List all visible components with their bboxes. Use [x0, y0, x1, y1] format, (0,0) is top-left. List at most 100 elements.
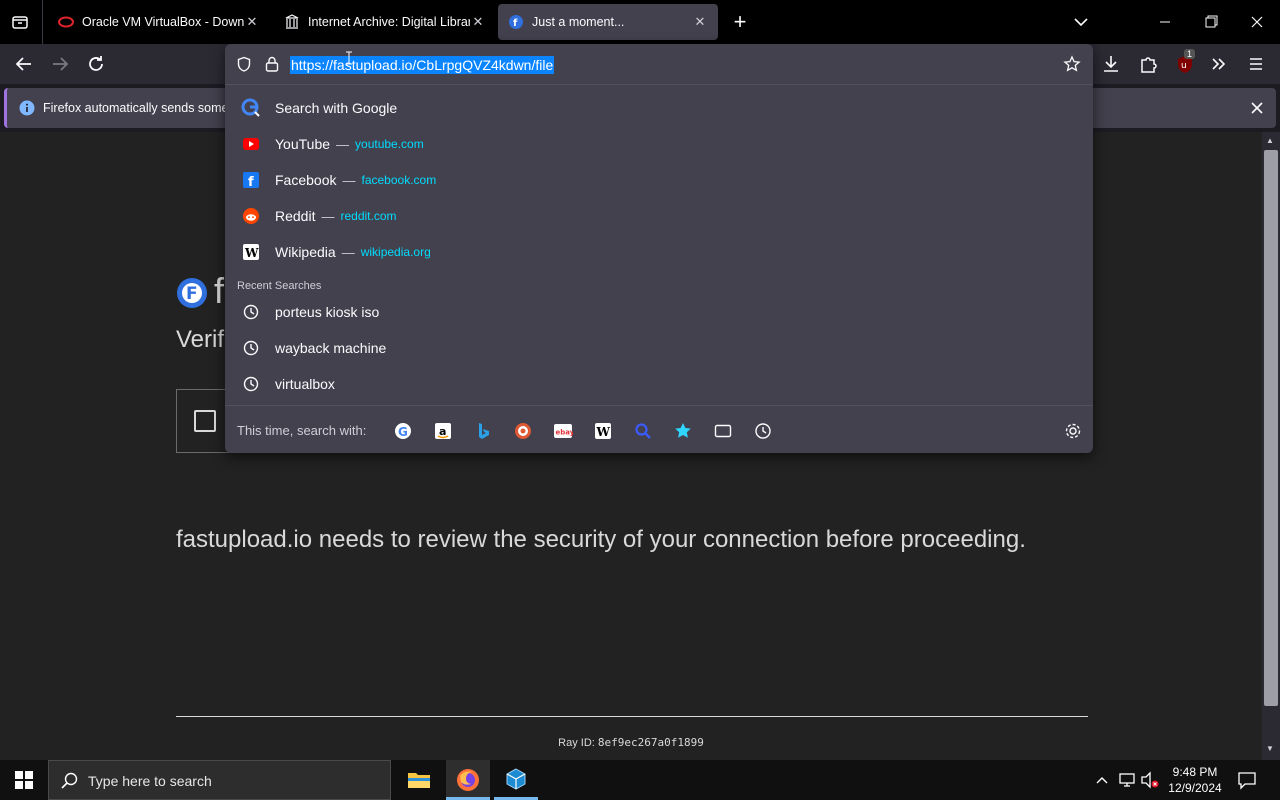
file-explorer-button[interactable] [400, 760, 438, 800]
virtualbox-taskbar-button[interactable] [494, 760, 538, 800]
archive-icon [285, 14, 299, 29]
wikipedia-engine-button[interactable]: W [593, 421, 613, 441]
tab-just-a-moment[interactable]: f Just a moment... ✕ [498, 4, 718, 40]
duckduckgo-engine-button[interactable] [513, 421, 533, 441]
svg-text:a: a [439, 425, 446, 438]
notifications-button[interactable] [1236, 770, 1258, 790]
scroll-up-icon[interactable]: ▲ [1266, 136, 1274, 145]
scroll-down-icon[interactable]: ▼ [1266, 744, 1274, 753]
suggestion-url: facebook.com [361, 173, 437, 187]
network-tray-button[interactable] [1117, 771, 1137, 789]
network-icon [1119, 773, 1135, 787]
list-all-tabs-button[interactable] [1070, 12, 1092, 32]
clock-button[interactable]: 9:48 PM 12/9/2024 [1164, 764, 1226, 796]
gear-icon [1065, 423, 1081, 439]
search-with-label: This time, search with: [237, 423, 367, 438]
close-tab-icon[interactable]: ✕ [244, 14, 260, 30]
reddit-icon [241, 206, 261, 226]
tabs-search-button[interactable] [713, 421, 733, 441]
verify-heading-partial: Verif [176, 326, 225, 353]
verify-checkbox[interactable] [194, 410, 216, 432]
svg-text:f: f [248, 175, 254, 188]
plus-icon: + [733, 9, 747, 34]
close-notification-button[interactable] [1247, 98, 1267, 118]
tab-overview-button[interactable] [8, 10, 32, 34]
tab-virtualbox[interactable]: Oracle VM VirtualBox - Downlo ✕ [48, 4, 270, 40]
svg-text:f: f [513, 18, 518, 29]
google-engine-button[interactable]: G [393, 421, 413, 441]
wikipedia-icon: W [241, 242, 261, 262]
app-menu-button[interactable] [1245, 53, 1267, 75]
arrow-left-icon [15, 57, 31, 71]
chevron-up-icon [1096, 777, 1108, 784]
suggestion-url: youtube.com [355, 137, 424, 151]
close-tab-icon[interactable]: ✕ [692, 14, 708, 30]
volume-muted-icon [1141, 771, 1159, 789]
amazon-engine-button[interactable]: a [433, 421, 453, 441]
bookmarks-search-button[interactable] [673, 421, 693, 441]
reload-icon [89, 56, 103, 71]
downloads-button[interactable] [1100, 53, 1122, 75]
volume-tray-button[interactable] [1140, 771, 1160, 789]
youtube-icon [241, 134, 261, 154]
svg-text:u: u [1181, 61, 1187, 71]
wikipedia-icon: W [595, 423, 611, 439]
close-tab-icon[interactable]: ✕ [470, 14, 486, 30]
history-search-button[interactable] [753, 421, 773, 441]
recent-search-item[interactable]: virtualbox [233, 366, 1085, 402]
recent-search-item[interactable]: porteus kiosk iso [233, 294, 1085, 330]
ublock-origin-button[interactable]: u 1 [1174, 49, 1196, 75]
firefox-taskbar-button[interactable] [446, 760, 490, 800]
more-tools-button[interactable] [1208, 53, 1230, 75]
suggestion-reddit[interactable]: Reddit — reddit.com [233, 198, 1085, 234]
tab-internet-archive[interactable]: Internet Archive: Digital Library ✕ [274, 4, 496, 40]
recent-search-item[interactable]: wayback machine [233, 330, 1085, 366]
page-scrollbar[interactable]: ▲ ▼ [1262, 132, 1280, 760]
urlbar[interactable]: https://fastupload.io/CbLrpgQVZ4kdwn/fil… [225, 44, 1093, 84]
google-search-icon [241, 98, 261, 118]
ebay-engine-button[interactable]: ebay [553, 421, 573, 441]
new-tab-button[interactable]: + [728, 9, 752, 34]
search-with-google-row[interactable]: Search with Google [233, 90, 1085, 126]
info-icon [19, 100, 35, 116]
back-button[interactable] [12, 52, 36, 76]
suggestion-facebook[interactable]: f Facebook — facebook.com [233, 162, 1085, 198]
suggestion-title: Reddit [275, 208, 316, 224]
tab-strip: Oracle VM VirtualBox - Downlo ✕ Internet… [0, 0, 1280, 44]
svg-text:W: W [596, 425, 611, 439]
svg-text:ebay: ebay [556, 429, 574, 437]
separator-dash: — [336, 136, 350, 152]
oracle-icon [58, 16, 74, 28]
separator-dash: — [321, 208, 335, 224]
google-icon: G [395, 423, 411, 439]
forward-button[interactable] [48, 52, 72, 76]
bookmark-star-icon[interactable] [1063, 55, 1081, 73]
ray-id-label: Ray ID: [558, 737, 595, 749]
custom-search-engine-button[interactable] [633, 421, 653, 441]
scrollbar-thumb[interactable] [1264, 150, 1278, 706]
taskbar-search-placeholder: Type here to search [88, 773, 212, 789]
firefox-icon [457, 769, 479, 791]
close-window-button[interactable] [1242, 10, 1272, 34]
text-cursor-icon [346, 51, 352, 65]
suggestion-title: Facebook [275, 172, 337, 188]
suggestion-title: YouTube [275, 136, 331, 152]
extensions-button[interactable] [1137, 53, 1159, 75]
fastupload-favicon-icon: f [509, 15, 523, 29]
tab-icon [714, 424, 732, 438]
bing-engine-button[interactable] [473, 421, 493, 441]
lock-icon[interactable] [264, 55, 280, 73]
show-hidden-icons-button[interactable] [1094, 772, 1110, 788]
suggestion-youtube[interactable]: YouTube — youtube.com [233, 126, 1085, 162]
shield-icon[interactable] [236, 56, 252, 72]
security-message: fastupload.io needs to review the securi… [176, 526, 1026, 553]
minimize-button[interactable] [1150, 10, 1180, 34]
suggestion-url: wikipedia.org [360, 245, 431, 259]
search-settings-button[interactable] [1063, 421, 1083, 441]
restore-button[interactable] [1196, 10, 1226, 34]
url-input[interactable]: https://fastupload.io/CbLrpgQVZ4kdwn/fil… [290, 56, 555, 74]
suggestion-wikipedia[interactable]: W Wikipedia — wikipedia.org [233, 234, 1085, 270]
reload-button[interactable] [84, 52, 108, 76]
start-button[interactable] [0, 760, 48, 800]
taskbar-search-box[interactable]: Type here to search [48, 760, 391, 800]
